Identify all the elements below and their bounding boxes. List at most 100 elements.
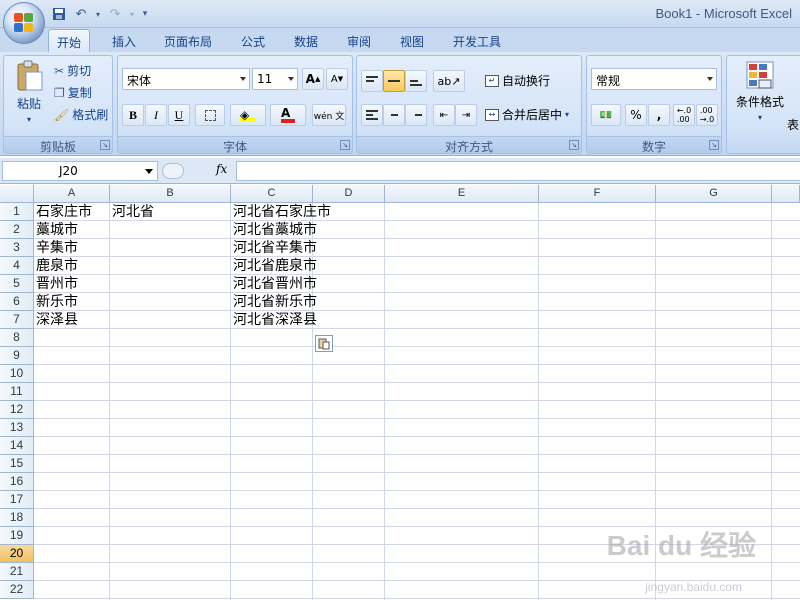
row-header-18[interactable]: 18 <box>0 509 34 527</box>
italic-button[interactable]: I <box>145 104 167 126</box>
row-header-17[interactable]: 17 <box>0 491 34 509</box>
redo-dropdown-icon[interactable]: ▾ <box>128 5 136 23</box>
conditional-format-dropdown-icon[interactable]: ▾ <box>758 113 762 122</box>
font-name-select[interactable]: 宋体 <box>122 68 250 90</box>
cell-a7[interactable]: 深泽县 <box>34 311 78 329</box>
increase-indent-button[interactable]: ⇥ <box>455 104 477 126</box>
row-header-8[interactable]: 8 <box>0 329 34 347</box>
column-header-a[interactable]: A <box>34 185 110 203</box>
row-header-11[interactable]: 11 <box>0 383 34 401</box>
wrap-text-button[interactable]: ↵ 自动换行 <box>485 72 550 89</box>
cut-button[interactable]: ✂ 剪切 <box>54 62 91 79</box>
cell-a3[interactable]: 辛集市 <box>34 239 78 257</box>
cell-a2[interactable]: 藁城市 <box>34 221 78 239</box>
paste-dropdown-icon[interactable]: ▾ <box>27 115 31 124</box>
tab-review[interactable]: 审阅 <box>339 29 379 52</box>
copy-button[interactable]: ❐ 复制 <box>54 84 92 101</box>
align-left-button[interactable] <box>361 104 383 126</box>
cell-c2[interactable]: 河北省藁城市 <box>231 221 317 239</box>
align-middle-button[interactable] <box>383 70 405 92</box>
insert-function-button[interactable]: fx <box>216 162 227 176</box>
align-bottom-button[interactable] <box>405 70 427 92</box>
decrease-indent-button[interactable]: ⇤ <box>433 104 455 126</box>
cell-c4[interactable]: 河北省鹿泉市 <box>231 257 317 275</box>
alignment-launcher-icon[interactable]: ↘ <box>569 140 579 150</box>
cell-a6[interactable]: 新乐市 <box>34 293 78 311</box>
select-all-button[interactable] <box>0 185 34 203</box>
column-header-e[interactable]: E <box>385 185 539 203</box>
redo-icon[interactable]: ↷ <box>106 5 124 23</box>
tab-insert[interactable]: 插入 <box>104 29 144 52</box>
cell-c5[interactable]: 河北省晋州市 <box>231 275 317 293</box>
row-header-16[interactable]: 16 <box>0 473 34 491</box>
column-header-c[interactable]: C <box>231 185 313 203</box>
format-as-table-button[interactable]: 表 <box>787 116 799 133</box>
row-header-9[interactable]: 9 <box>0 347 34 365</box>
grow-font-button[interactable]: A ▲ <box>302 68 324 90</box>
row-header-1[interactable]: 1 <box>0 203 34 221</box>
comma-style-button[interactable]: , <box>648 104 670 126</box>
cell-a4[interactable]: 鹿泉市 <box>34 257 78 275</box>
percent-style-button[interactable]: % <box>625 104 647 126</box>
cell-a1[interactable]: 石家庄市 <box>34 203 92 221</box>
cell-c7[interactable]: 河北省深泽县 <box>231 311 317 329</box>
accounting-format-button[interactable]: 💵 <box>591 104 621 126</box>
row-header-6[interactable]: 6 <box>0 293 34 311</box>
row-header-12[interactable]: 12 <box>0 401 34 419</box>
paste-button[interactable]: 粘贴 ▾ <box>10 60 48 124</box>
name-box[interactable]: J20 <box>2 161 158 181</box>
cell-c6[interactable]: 河北省新乐市 <box>231 293 317 311</box>
underline-button[interactable]: U <box>168 104 190 126</box>
tab-formulas[interactable]: 公式 <box>233 29 273 52</box>
column-header-next[interactable] <box>772 185 800 203</box>
row-header-7[interactable]: 7 <box>0 311 34 329</box>
tab-home[interactable]: 开始 <box>48 29 91 52</box>
row-header-13[interactable]: 13 <box>0 419 34 437</box>
shrink-font-button[interactable]: A ▼ <box>326 68 348 90</box>
undo-dropdown-icon[interactable]: ▾ <box>94 5 102 23</box>
row-header-4[interactable]: 4 <box>0 257 34 275</box>
column-header-b[interactable]: B <box>110 185 231 203</box>
borders-button[interactable] <box>195 104 225 126</box>
tab-view[interactable]: 视图 <box>392 29 432 52</box>
decrease-decimal-button[interactable]: .00 →.0 <box>696 104 718 126</box>
merge-center-dropdown-icon[interactable]: ▾ <box>565 110 569 119</box>
cell-c1[interactable]: 河北省石家庄市 <box>231 203 331 221</box>
row-header-14[interactable]: 14 <box>0 437 34 455</box>
row-header-5[interactable]: 5 <box>0 275 34 293</box>
phonetic-guide-button[interactable]: wén 文 <box>312 104 346 126</box>
row-header-2[interactable]: 2 <box>0 221 34 239</box>
format-painter-button[interactable]: 🖌 格式刷 <box>54 106 108 123</box>
tab-data[interactable]: 数据 <box>286 29 326 52</box>
row-header-10[interactable]: 10 <box>0 365 34 383</box>
cell-a5[interactable]: 晋州市 <box>34 275 78 293</box>
row-header-20[interactable]: 20 <box>0 545 34 563</box>
cell-c3[interactable]: 河北省辛集市 <box>231 239 317 257</box>
merge-center-button[interactable]: ↔ 合并后居中 ▾ <box>485 106 569 123</box>
align-top-button[interactable] <box>361 70 383 92</box>
row-header-22[interactable]: 22 <box>0 581 34 599</box>
tab-page-layout[interactable]: 页面布局 <box>156 29 220 52</box>
number-format-select[interactable]: 常规 <box>591 68 717 90</box>
column-header-f[interactable]: F <box>539 185 656 203</box>
fill-color-button[interactable]: ◈ <box>230 104 266 126</box>
customize-qat-icon[interactable]: ▾ <box>140 5 150 23</box>
increase-decimal-button[interactable]: ←.0.00 <box>673 104 695 126</box>
font-launcher-icon[interactable]: ↘ <box>340 140 350 150</box>
conditional-format-button[interactable]: 条件格式 ▾ <box>731 60 789 122</box>
bold-button[interactable]: B <box>122 104 144 126</box>
cell-b1[interactable]: 河北省 <box>110 203 154 221</box>
font-size-select[interactable]: 11 <box>252 68 298 90</box>
office-button[interactable] <box>3 2 45 44</box>
align-center-button[interactable] <box>383 104 405 126</box>
row-header-19[interactable]: 19 <box>0 527 34 545</box>
undo-icon[interactable]: ↶ <box>72 5 90 23</box>
name-box-dropdown-icon[interactable] <box>145 169 153 174</box>
align-right-button[interactable] <box>405 104 427 126</box>
column-header-d[interactable]: D <box>313 185 385 203</box>
save-icon[interactable] <box>50 5 68 23</box>
tab-developer[interactable]: 开发工具 <box>445 29 509 52</box>
row-header-3[interactable]: 3 <box>0 239 34 257</box>
paste-options-button[interactable] <box>315 335 333 352</box>
clipboard-launcher-icon[interactable]: ↘ <box>100 140 110 150</box>
